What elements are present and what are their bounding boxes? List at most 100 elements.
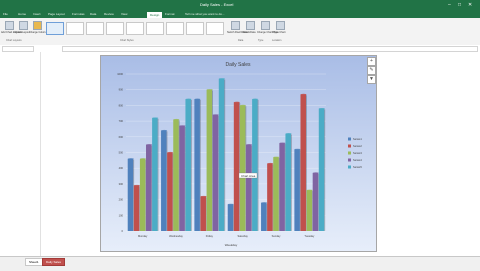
chart-elements-button[interactable]: +	[367, 57, 376, 66]
bar-top-cap	[218, 78, 225, 80]
chart-style-5[interactable]	[126, 22, 144, 35]
change-chart-type-label: Change Chart Type	[257, 31, 279, 34]
chart-area[interactable]: Daily Sales 0100200300400500600700800900…	[100, 55, 377, 252]
bar[interactable]	[318, 108, 325, 231]
bar[interactable]	[133, 185, 140, 231]
bar[interactable]	[127, 158, 134, 231]
group-chart-styles: Chart Styles	[120, 39, 134, 42]
sheet-tab-sheet1[interactable]: Sheet1	[25, 258, 43, 266]
chart-title[interactable]: Daily Sales	[225, 62, 251, 68]
table-icon	[246, 21, 255, 30]
chart-style-8[interactable]	[186, 22, 204, 35]
bar-top-cap	[161, 129, 168, 132]
bar-top-cap	[212, 114, 219, 116]
legend-label: Series1	[353, 137, 362, 141]
tab-review[interactable]: Review	[104, 11, 114, 17]
bar-top-cap	[312, 172, 319, 174]
bar-top-cap	[206, 89, 213, 91]
chart-style-2[interactable]	[66, 22, 84, 35]
legend-label: Series5	[353, 165, 362, 169]
bar[interactable]	[261, 202, 267, 231]
y-tick-label: 800	[119, 103, 124, 107]
legend-swatch	[348, 144, 351, 148]
bar-top-cap	[252, 98, 259, 100]
chart-style-4[interactable]	[106, 22, 124, 35]
bar[interactable]	[146, 144, 152, 231]
layout-icon	[19, 21, 28, 30]
bar[interactable]	[218, 78, 225, 232]
legend-swatch	[348, 151, 351, 155]
bar-top-cap	[279, 142, 286, 144]
tab-formulas[interactable]: Formulas	[72, 11, 85, 17]
chart-style-3[interactable]	[86, 22, 104, 35]
tab-page-layout[interactable]: Page Layout	[48, 11, 65, 17]
chart-style-1[interactable]	[46, 22, 64, 35]
x-tick-label: Wednesday	[169, 234, 183, 238]
tab-data[interactable]: Data	[90, 11, 96, 17]
bar[interactable]	[185, 99, 191, 231]
legend-swatch	[348, 158, 351, 162]
bar-side-shade	[157, 118, 159, 231]
bar[interactable]	[152, 117, 158, 231]
bar[interactable]	[200, 196, 206, 231]
chart-styles-button[interactable]: ✎	[367, 66, 376, 75]
chart-style-6[interactable]	[146, 22, 164, 35]
bar[interactable]	[294, 149, 300, 231]
bar[interactable]	[227, 204, 234, 231]
bar[interactable]	[300, 94, 306, 231]
group-data: Data	[238, 39, 244, 42]
chart-filter-button[interactable]: ▼	[367, 75, 376, 84]
bar-side-shade	[190, 99, 192, 231]
sheet-tab-daily-sales[interactable]: Daily Sales	[42, 258, 66, 266]
bar-top-cap	[200, 195, 207, 198]
bar[interactable]	[206, 89, 213, 231]
tell-me-box[interactable]: Tell me what you want to do...	[185, 11, 225, 17]
bar[interactable]	[194, 99, 200, 231]
bar[interactable]	[212, 114, 219, 231]
restore-icon[interactable]: □	[458, 2, 461, 8]
chart-style-9[interactable]	[206, 22, 224, 35]
title-bar: Daily Sales - Excel – □ ✕	[0, 0, 480, 10]
window-title: Daily Sales - Excel	[200, 2, 234, 7]
y-tick-label: 900	[119, 88, 124, 92]
bar[interactable]	[252, 99, 258, 231]
tab-format[interactable]: Format	[165, 11, 175, 17]
bar-top-cap	[240, 104, 247, 106]
bar[interactable]	[139, 158, 146, 231]
close-icon[interactable]: ✕	[468, 2, 472, 8]
bar[interactable]	[233, 102, 240, 231]
bar-top-cap	[227, 203, 234, 205]
bar-top-cap	[194, 98, 201, 100]
bar-top-cap	[152, 117, 159, 119]
bar[interactable]	[179, 125, 185, 231]
tab-file[interactable]: File	[3, 11, 8, 17]
tab-insert[interactable]: Insert	[33, 11, 41, 17]
bar[interactable]	[173, 119, 179, 231]
legend-label: Series2	[353, 144, 362, 148]
move-icon	[276, 21, 285, 30]
bar[interactable]	[312, 172, 319, 231]
y-tick-label: 400	[119, 166, 124, 170]
bar[interactable]	[239, 105, 246, 231]
bar[interactable]	[267, 163, 273, 231]
bar[interactable]	[167, 152, 173, 232]
bar-side-shade	[224, 79, 226, 231]
tab-home[interactable]: Home	[18, 11, 26, 17]
group-type: Type	[258, 39, 264, 42]
bar[interactable]	[285, 133, 291, 231]
minimize-icon[interactable]: –	[448, 2, 451, 8]
bar[interactable]	[273, 157, 279, 231]
legend-label: Series3	[353, 151, 362, 155]
tab-view[interactable]: View	[121, 11, 127, 17]
legend-swatch	[348, 165, 351, 169]
bar-side-shade	[257, 99, 259, 231]
bar[interactable]	[306, 190, 313, 231]
bar[interactable]	[246, 144, 252, 231]
chart-style-7[interactable]	[166, 22, 184, 35]
x-tick-label: Saturday	[237, 234, 248, 238]
status-bar: Sheet1 Daily Sales	[0, 256, 480, 271]
bar-top-cap	[261, 202, 268, 204]
bar[interactable]	[161, 130, 167, 231]
bar-top-cap	[246, 144, 253, 146]
bar[interactable]	[279, 143, 285, 231]
